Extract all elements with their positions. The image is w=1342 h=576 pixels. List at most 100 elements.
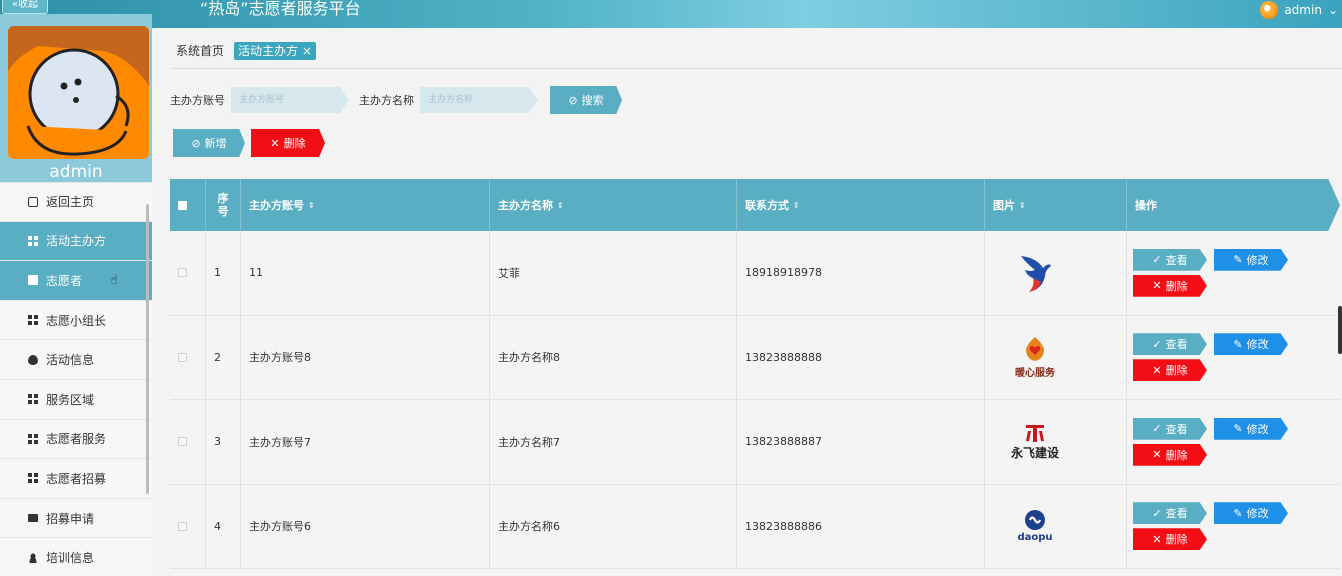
row-checkbox[interactable] bbox=[178, 268, 187, 278]
column-label: 序号 bbox=[217, 192, 229, 218]
hand-cursor-icon: ☝ bbox=[110, 272, 118, 288]
account-cell: 主办方账号6 bbox=[241, 484, 490, 568]
view-button[interactable]: ✓ 查看 bbox=[1133, 502, 1207, 525]
close-icon: ✕ bbox=[1152, 448, 1162, 462]
name-cell: 主办方名称7 bbox=[490, 400, 737, 484]
search-icon: ⊘ bbox=[568, 93, 578, 107]
view-button[interactable]: ✓ 查看 bbox=[1133, 333, 1207, 356]
search-button[interactable]: ⊘ 搜索 bbox=[550, 86, 622, 114]
delete-label: 删除 bbox=[1165, 533, 1188, 547]
user-menu[interactable]: admin ⌄ bbox=[1260, 0, 1338, 20]
eagle-logo-icon[interactable] bbox=[1005, 243, 1065, 303]
view-button[interactable]: ✓ 查看 bbox=[1133, 248, 1207, 271]
logo-caption: 永飞建设 bbox=[1010, 445, 1059, 460]
sidebar-scrollbar[interactable] bbox=[146, 204, 149, 494]
user-avatar bbox=[1260, 1, 1279, 19]
delete-label: 删除 bbox=[1165, 279, 1188, 293]
page-scrollbar[interactable] bbox=[1338, 306, 1342, 354]
sidebar-item-label: 服务区域 bbox=[46, 392, 95, 407]
add-button[interactable]: ⊘ 新增 bbox=[173, 129, 245, 157]
pencil-icon: ✎ bbox=[1233, 337, 1243, 351]
home-icon bbox=[28, 196, 38, 207]
contact-cell: 13823888887 bbox=[737, 400, 985, 484]
column-label: 操作 bbox=[1135, 199, 1157, 212]
tab-organizers[interactable]: 活动主办方 × bbox=[234, 42, 316, 60]
edit-button[interactable]: ✎ 修改 bbox=[1214, 417, 1288, 440]
edit-label: 修改 bbox=[1246, 338, 1269, 352]
name-label: 主办方名称 bbox=[359, 94, 414, 107]
close-icon: ✕ bbox=[1152, 532, 1162, 546]
name-cell: 主办方名称8 bbox=[490, 315, 737, 399]
sidebar-item-label: 返回主页 bbox=[46, 195, 95, 210]
table-row: 1 11 艾菲 18918918978 ✓ 查看 ✎ 修改 ✕ 删除 bbox=[170, 231, 1340, 316]
organizers-table: 序号 主办方账号 ⇕ 主办方名称 ⇕ 联系方式 ⇕ 图片 ⇕ 操作 1 11 艾菲 18… bbox=[170, 179, 1340, 569]
collapse-sidebar-button[interactable]: «收起 bbox=[2, 0, 48, 14]
sidebar-item-recruitment[interactable]: 志愿者招募 bbox=[0, 459, 152, 499]
check-icon: ✓ bbox=[1152, 422, 1162, 436]
sidebar-item-team-leaders[interactable]: 志愿小组长 bbox=[0, 300, 152, 341]
row-checkbox-cell bbox=[170, 400, 206, 484]
row-checkbox[interactable] bbox=[178, 437, 187, 447]
name-cell: 艾菲 bbox=[490, 231, 737, 315]
row-checkbox[interactable] bbox=[178, 352, 187, 362]
grid-icon bbox=[28, 235, 38, 246]
check-icon: ✓ bbox=[1152, 253, 1162, 267]
sidebar-item-service-areas[interactable]: 服务区域 bbox=[0, 379, 152, 420]
chevron-down-icon: ⌄ bbox=[1327, 3, 1338, 17]
account-search-input[interactable] bbox=[231, 87, 349, 113]
building-logo-icon[interactable]: 永飞建设 bbox=[1005, 412, 1065, 472]
actions-cell: ✓ 查看 ✎ 修改 ✕ 删除 bbox=[1127, 316, 1340, 400]
sidebar-item-activities[interactable]: 活动信息 bbox=[0, 340, 152, 380]
sidebar-item-home[interactable]: 返回主页 bbox=[0, 182, 152, 222]
select-all-checkbox[interactable] bbox=[178, 200, 187, 210]
delete-button[interactable]: ✕ 删除 bbox=[1133, 359, 1207, 382]
contact-cell: 13823888888 bbox=[737, 315, 985, 399]
row-checkbox-cell bbox=[170, 315, 206, 399]
edit-button[interactable]: ✎ 修改 bbox=[1214, 248, 1288, 271]
edit-button[interactable]: ✎ 修改 bbox=[1214, 502, 1288, 525]
top-header: «收起 “热岛”志愿者服务平台 admin ⌄ bbox=[0, 0, 1342, 28]
sort-icon: ⇕ bbox=[793, 200, 800, 210]
sidebar-item-organizers[interactable]: 活动主办方 bbox=[0, 221, 152, 262]
name-cell: 主办方名称6 bbox=[490, 484, 737, 568]
pencil-icon: ✎ bbox=[1233, 253, 1243, 267]
tab-bar: 系统首页 活动主办方 × bbox=[172, 42, 316, 60]
sort-icon: ⇕ bbox=[1019, 200, 1026, 210]
sidebar-item-label: 志愿者招募 bbox=[46, 471, 107, 486]
sidebar-item-volunteer-services[interactable]: 志愿者服务 bbox=[0, 419, 152, 460]
delete-button[interactable]: ✕ 删除 bbox=[1133, 274, 1207, 297]
table-header: 序号 主办方账号 ⇕ 主办方名称 ⇕ 联系方式 ⇕ 图片 ⇕ 操作 bbox=[170, 179, 1340, 231]
column-header-account[interactable]: 主办方账号 ⇕ bbox=[241, 179, 490, 231]
column-header-name[interactable]: 主办方名称 ⇕ bbox=[490, 179, 737, 231]
index-cell: 3 bbox=[206, 400, 241, 484]
column-label: 主办方名称 bbox=[498, 199, 553, 212]
column-header-actions: 操作 bbox=[1127, 179, 1340, 231]
pencil-icon: ✎ bbox=[1233, 422, 1243, 436]
tab-home[interactable]: 系统首页 bbox=[172, 42, 228, 60]
sort-icon: ⇕ bbox=[557, 200, 564, 210]
name-search-input[interactable] bbox=[420, 87, 538, 113]
delete-button[interactable]: ✕ 删除 bbox=[1133, 528, 1207, 551]
daopu-logo-icon[interactable]: daopu bbox=[1005, 496, 1065, 556]
app-title: “热岛”志愿者服务平台 bbox=[200, 0, 361, 18]
sidebar-item-volunteers[interactable]: 志愿者 ☝ bbox=[0, 261, 152, 301]
account-label: 主办方账号 bbox=[170, 94, 225, 107]
delete-button[interactable]: ✕ 删除 bbox=[1133, 443, 1207, 466]
sidebar-item-applications[interactable]: 招募申请 bbox=[0, 498, 152, 539]
sidebar: admin 返回主页 活动主办方 志愿者 ☝ 志愿小组长 活动信息 服务区域 志… bbox=[0, 14, 152, 576]
view-button[interactable]: ✓ 查看 bbox=[1133, 417, 1207, 440]
delete-label: 删除 bbox=[1165, 448, 1188, 462]
column-header-contact[interactable]: 联系方式 ⇕ bbox=[737, 179, 985, 231]
profile-panel: admin bbox=[0, 14, 152, 182]
column-label: 主办方账号 bbox=[249, 199, 304, 212]
actions-cell: ✓ 查看 ✎ 修改 ✕ 删除 bbox=[1127, 485, 1340, 569]
column-header-image[interactable]: 图片 ⇕ bbox=[985, 179, 1127, 231]
edit-button[interactable]: ✎ 修改 bbox=[1214, 333, 1288, 356]
sidebar-item-training[interactable]: 培训信息 bbox=[0, 538, 152, 576]
view-label: 查看 bbox=[1165, 338, 1188, 352]
heart-logo-icon[interactable]: 暖心服务 bbox=[1005, 327, 1065, 387]
edit-label: 修改 bbox=[1246, 253, 1269, 267]
sidebar-item-label: 志愿者 bbox=[46, 273, 83, 288]
row-checkbox[interactable] bbox=[178, 521, 187, 531]
batch-delete-button[interactable]: ✕ 删除 bbox=[251, 129, 325, 157]
